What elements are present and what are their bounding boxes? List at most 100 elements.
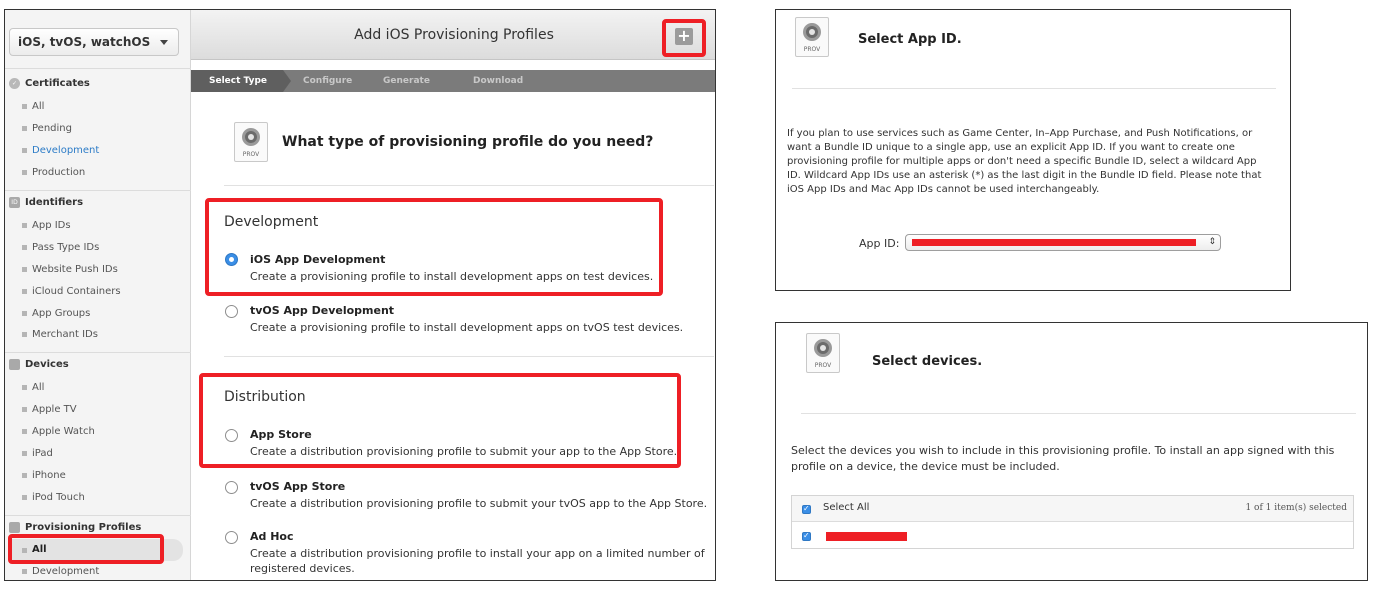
certificate-icon: ✓ — [9, 78, 20, 89]
sidebar-item-development[interactable]: Development — [22, 145, 99, 156]
updown-arrows-icon: ⇕ — [1208, 237, 1216, 247]
redacted-device-name — [826, 532, 907, 541]
item-label: Apple TV — [32, 404, 77, 415]
sidebar-section-certificates[interactable]: ✓ Certificates — [9, 78, 90, 89]
radio-ad-hoc[interactable] — [225, 531, 238, 544]
bullet-icon — [22, 245, 27, 250]
redacted-value — [912, 239, 1196, 246]
highlight-add-button — [662, 19, 706, 57]
sidebar-item-apple-watch[interactable]: Apple Watch — [22, 426, 95, 437]
sidebar-item-pass-type-ids[interactable]: Pass Type IDs — [22, 242, 99, 253]
sidebar-item-iphone[interactable]: iPhone — [22, 470, 66, 481]
app-id-label: App ID: — [859, 237, 900, 250]
bullet-icon — [22, 451, 27, 456]
sidebar-item-app-ids[interactable]: App IDs — [22, 220, 71, 231]
panel-title: Select devices. — [872, 354, 983, 369]
bullet-icon — [22, 569, 27, 574]
devices-help-text: Select the devices you wish to include i… — [791, 444, 1335, 473]
sidebar-item-profiles-development[interactable]: Development — [22, 566, 99, 577]
item-label: Pass Type IDs — [32, 242, 100, 253]
step-configure: Configure — [303, 76, 353, 86]
panel-title: Select App ID. — [858, 32, 962, 47]
bullet-icon — [22, 170, 27, 175]
step-generate: Generate — [383, 76, 430, 86]
bullet-icon — [22, 148, 27, 153]
sidebar-section-provisioning-profiles[interactable]: Provisioning Profiles — [9, 522, 141, 533]
page-title: Add iOS Provisioning Profiles — [354, 27, 554, 43]
bullet-icon — [22, 104, 27, 109]
item-label: App Groups — [32, 308, 91, 319]
sidebar-item-production[interactable]: Production — [22, 167, 85, 178]
sidebar-section-identifiers[interactable]: ID Identifiers — [9, 197, 83, 208]
option-title: tvOS App Development — [250, 304, 395, 317]
select-app-id-panel: PROV Select App ID. If you plan to use s… — [775, 9, 1291, 291]
devices-table: Select All 1 of 1 item(s) selected — [791, 495, 1354, 549]
divider — [5, 352, 191, 353]
step-select-type: Select Type — [191, 70, 283, 92]
platform-select[interactable]: iOS, tvOS, watchOS — [9, 28, 179, 56]
bullet-icon — [22, 289, 27, 294]
sidebar-item-pending[interactable]: Pending — [22, 123, 72, 134]
item-label: iPhone — [32, 470, 66, 481]
app-id-select[interactable]: ⇕ — [905, 234, 1221, 251]
sidebar-item-website-push-ids[interactable]: Website Push IDs — [22, 264, 118, 275]
option-description: Create a distribution provisioning profi… — [250, 547, 705, 575]
item-label: iPad — [32, 448, 53, 459]
divider — [5, 190, 191, 191]
gear-icon — [803, 23, 821, 41]
option-description: Create a provisioning profile to install… — [250, 321, 684, 334]
sidebar-item-icloud-containers[interactable]: iCloud Containers — [22, 286, 121, 297]
profile-type-question: What type of provisioning profile do you… — [282, 134, 654, 150]
radio-tvos-app-store[interactable] — [225, 481, 238, 494]
select-all-checkbox[interactable] — [802, 504, 811, 514]
divider — [5, 515, 191, 516]
wizard-steps: Select Type Configure Generate Download — [191, 70, 715, 92]
item-label: iPod Touch — [32, 492, 85, 503]
section-label: Certificates — [25, 78, 90, 89]
provisioning-profile-icon: PROV — [234, 122, 268, 162]
selection-count: 1 of 1 item(s) selected — [1245, 503, 1347, 513]
sidebar-item-ipod-touch[interactable]: iPod Touch — [22, 492, 85, 503]
divider — [801, 413, 1356, 414]
bullet-icon — [22, 385, 27, 390]
prov-caption: PROV — [242, 151, 260, 158]
item-label: Development — [32, 566, 100, 577]
step-chevron — [283, 70, 291, 92]
divider — [792, 88, 1276, 89]
item-label: Website Push IDs — [32, 264, 118, 275]
step-download: Download — [473, 76, 524, 86]
bullet-icon — [22, 332, 27, 337]
prov-caption: PROV — [814, 362, 832, 369]
document-icon — [9, 522, 20, 533]
bullet-icon — [22, 311, 27, 316]
sidebar-item-app-groups[interactable]: App Groups — [22, 308, 90, 319]
item-label: All — [32, 382, 45, 393]
sidebar: iOS, tvOS, watchOS ✓ Certificates All Pe… — [5, 10, 191, 580]
bullet-icon — [22, 495, 27, 500]
item-label: Development — [32, 145, 100, 156]
device-checkbox[interactable] — [802, 531, 811, 541]
item-label: All — [32, 101, 45, 112]
sidebar-item-merchant-ids[interactable]: Merchant IDs — [22, 329, 98, 340]
item-label: Production — [32, 167, 86, 178]
table-header-row: Select All 1 of 1 item(s) selected — [792, 496, 1353, 522]
option-title: tvOS App Store — [250, 480, 346, 493]
item-label: iCloud Containers — [32, 286, 121, 297]
divider — [224, 356, 714, 357]
sidebar-section-devices[interactable]: Devices — [9, 359, 69, 370]
page-header: Add iOS Provisioning Profiles + — [191, 10, 715, 60]
item-label: Apple Watch — [32, 426, 95, 437]
gear-icon — [814, 339, 832, 357]
option-description: Create a distribution provisioning profi… — [250, 497, 708, 510]
bullet-icon — [22, 407, 27, 412]
item-label: Pending — [32, 123, 72, 134]
section-label: Devices — [25, 359, 69, 370]
gear-icon — [242, 128, 260, 146]
sidebar-item-devices-all[interactable]: All — [22, 382, 44, 393]
sidebar-item-apple-tv[interactable]: Apple TV — [22, 404, 77, 415]
sidebar-item-certificates-all[interactable]: All — [22, 101, 44, 112]
sidebar-item-ipad[interactable]: iPad — [22, 448, 53, 459]
divider — [5, 68, 191, 69]
radio-tvos-app-development[interactable] — [225, 305, 238, 318]
item-label: Merchant IDs — [32, 329, 98, 340]
